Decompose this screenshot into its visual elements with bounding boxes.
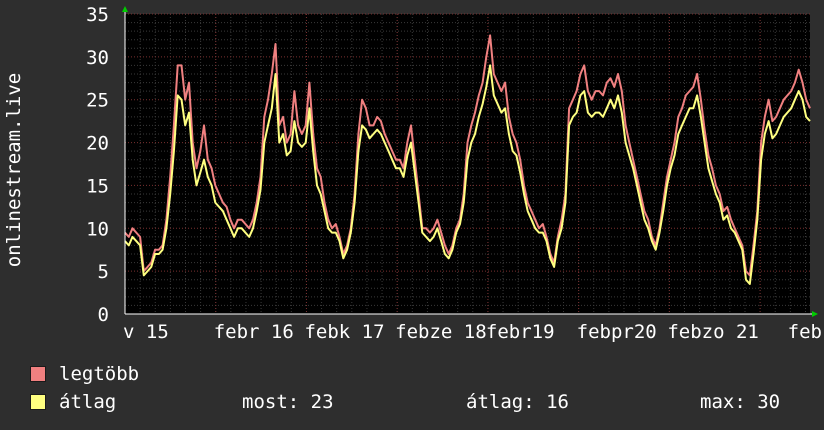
legend-label-legtobb: legtöbb — [59, 363, 140, 385]
chart-area: 0 5 10 15 20 25 30 35 v 15 febr 16 febk 17 febze 18… — [0, 0, 824, 350]
stat-current: most: 23 — [242, 391, 334, 413]
x-tick-label-2: febk 17 — [304, 321, 384, 343]
stat-maximum: max: 30 — [700, 391, 781, 413]
y-axis-arrow — [122, 6, 128, 12]
y-tick-label-1: 5 — [98, 261, 109, 283]
y-tick-label-7: 35 — [86, 4, 109, 26]
y-tick-label-0: 0 — [98, 304, 109, 326]
y-tick-label-2: 10 — [86, 218, 109, 240]
legend-item-legtobb: legtöbb — [30, 363, 139, 385]
y-tick-label-6: 30 — [86, 47, 109, 69]
stat-average: átlag: 16 — [466, 391, 569, 413]
x-tick-label-7: feb — [788, 321, 822, 343]
y-tick-label-4: 20 — [86, 133, 109, 155]
line-chart: 0 5 10 15 20 25 30 35 v 15 febr 16 febk 17 febze 18… — [3, 4, 822, 343]
x-tick-label-4: febr19 — [486, 321, 555, 343]
legend-label-atlag: átlag — [59, 391, 117, 413]
y-tick-label-3: 15 — [86, 175, 109, 197]
legend-swatch-atlag — [30, 394, 46, 410]
x-tick-label-1: febr 16 — [214, 321, 294, 343]
legend-swatch-legtobb — [30, 366, 46, 382]
x-tick-label-6: febzo 21 — [667, 321, 759, 343]
x-axis-arrow — [812, 311, 818, 317]
legend-item-atlag: átlag — [30, 391, 116, 413]
y-tick-label-5: 25 — [86, 90, 109, 112]
x-tick-label-3: febze 18 — [395, 321, 487, 343]
x-tick-label-5: febpr20 — [577, 321, 657, 343]
y-axis-title: onlinestream.live — [3, 73, 25, 267]
x-tick-label-0: v 15 — [123, 321, 169, 343]
